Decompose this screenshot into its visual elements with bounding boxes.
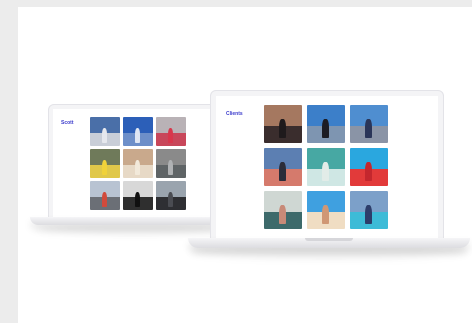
- aircraft-interior-photo[interactable]: [156, 149, 186, 178]
- couple-photo[interactable]: [264, 105, 302, 143]
- office-desk-photo[interactable]: [264, 191, 302, 229]
- front-laptop-screen: Clients: [216, 96, 438, 238]
- red-outfit-photo[interactable]: [350, 148, 388, 186]
- jet-sky-photo[interactable]: [123, 117, 153, 146]
- yellow-vest-photo[interactable]: [90, 149, 120, 178]
- back-laptop-screen: Scott: [53, 109, 213, 217]
- back-laptop-shadow: [40, 224, 230, 234]
- beach-selfie-photo[interactable]: [307, 191, 345, 229]
- crowd-photo[interactable]: [156, 181, 186, 210]
- back-app-title: Scott: [61, 120, 74, 126]
- crew-tarmac-photo[interactable]: [350, 105, 388, 143]
- front-app-title: Clients: [226, 111, 243, 117]
- front-laptop-notch: [305, 238, 353, 241]
- airplane-photo[interactable]: [90, 117, 120, 146]
- sign-letters-photo[interactable]: [123, 181, 153, 210]
- runway-photo[interactable]: [90, 181, 120, 210]
- sunset-pier-photo[interactable]: [264, 148, 302, 186]
- runway-plane-photo[interactable]: [350, 191, 388, 229]
- crew-group-photo[interactable]: [156, 117, 186, 146]
- jewelry-table-photo[interactable]: [307, 148, 345, 186]
- balloon-photo[interactable]: [123, 149, 153, 178]
- back-laptop-base: [30, 217, 230, 225]
- airport-walk-photo[interactable]: [307, 105, 345, 143]
